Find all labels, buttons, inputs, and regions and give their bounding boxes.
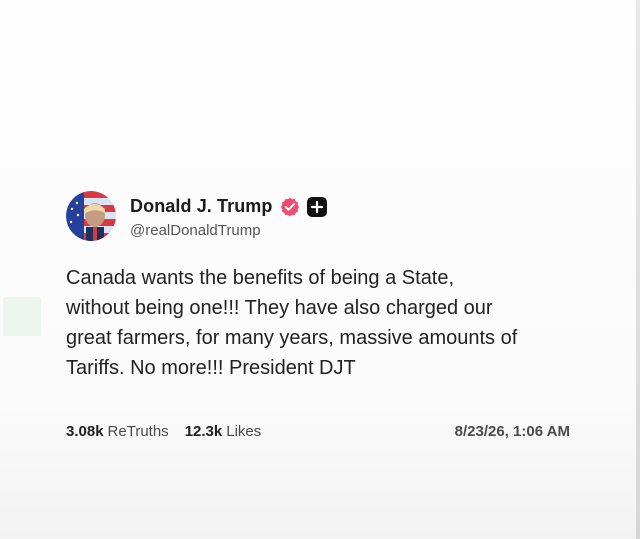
name-line: Donald J. Trump [130,194,327,220]
profile-avatar[interactable] [66,191,116,241]
post-timestamp[interactable]: 8/23/26, 1:06 AM [455,423,570,440]
retruths-stat[interactable]: 3.08k ReTruths [66,423,169,440]
post-text: Canada wants the benefits of being a Sta… [66,267,518,379]
post-card: Donald J. Trump @realDonaldTrump Canada … [66,190,576,440]
right-edge-shadow [636,0,640,539]
stats-row: 3.08k ReTruths 12.3k Likes 8/23/26, 1:06 A… [66,423,576,440]
display-name[interactable]: Donald J. Trump [130,196,273,217]
retruths-count: 3.08k [66,423,104,440]
engagement-stats: 3.08k ReTruths 12.3k Likes [66,423,261,440]
retruths-label: ReTruths [107,423,169,440]
username-handle[interactable]: @realDonaldTrump [130,222,327,239]
likes-label: Likes [226,423,262,440]
verified-badge-icon [279,196,301,218]
likes-count: 12.3k [184,423,223,440]
left-green-chip [3,297,41,336]
author-row: Donald J. Trump @realDonaldTrump [66,190,576,242]
plus-badge-icon [306,196,327,217]
likes-stat[interactable]: 12.3k Likes [185,423,262,440]
author-meta: Donald J. Trump @realDonaldTrump [130,194,327,239]
